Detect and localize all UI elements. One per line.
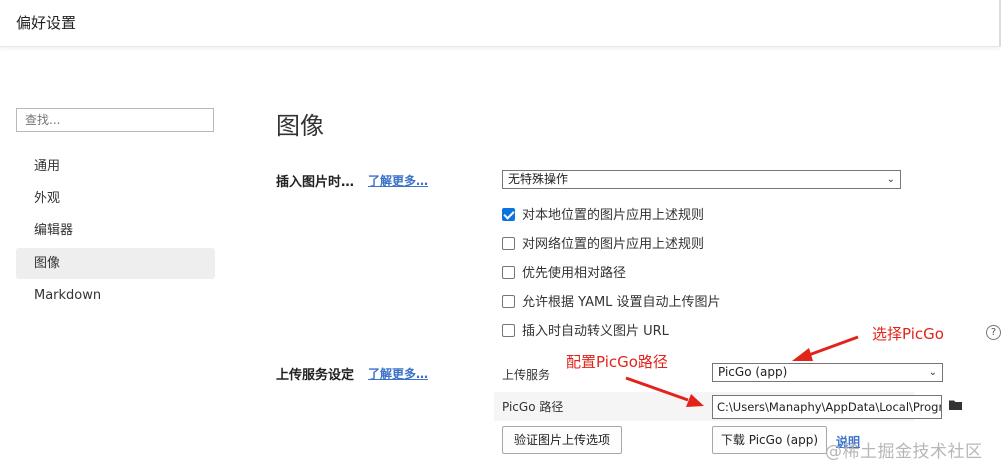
title-bar: 偏好设置 (0, 0, 1001, 47)
option-local-images[interactable]: 对本地位置的图片应用上述规则 (502, 208, 704, 226)
download-picgo-button[interactable]: 下载 PicGo (app) (712, 426, 827, 454)
sidebar-item-appearance[interactable]: 外观 (16, 183, 215, 214)
option-relative-path[interactable]: 优先使用相对路径 (502, 266, 626, 284)
arrow-to-service-select (792, 335, 859, 361)
help-icon[interactable]: ? (986, 325, 1001, 340)
sidebar-item-general[interactable]: 通用 (16, 151, 215, 182)
window-title: 偏好设置 (16, 14, 77, 32)
chevron-down-icon: ⌄ (886, 174, 895, 185)
annotation-select-picgo: 选择PicGo (872, 325, 944, 343)
checkbox-icon[interactable] (502, 237, 515, 250)
checkbox-icon[interactable] (502, 266, 515, 279)
annotation-config-path: 配置PicGo路径 (566, 353, 668, 371)
option-label: 优先使用相对路径 (522, 266, 627, 281)
insert-image-select[interactable]: 无特殊操作 ⌄ (502, 170, 901, 189)
option-yaml-upload[interactable]: 允许根据 YAML 设置自动上传图片 (502, 295, 721, 313)
search-input[interactable] (16, 108, 214, 132)
checkbox-icon[interactable] (502, 324, 515, 337)
insert-image-label: 插入图片时… (276, 175, 355, 190)
option-label: 对本地位置的图片应用上述规则 (522, 208, 705, 223)
watermark: @稀土掘金技术社区 (825, 442, 983, 462)
insert-image-select-value: 无特殊操作 (508, 172, 569, 186)
chevron-down-icon: ⌄ (928, 367, 937, 378)
option-label: 允许根据 YAML 设置自动上传图片 (522, 295, 721, 310)
upload-service-value: PicGo (app) (718, 365, 788, 379)
insert-image-learn-more-link[interactable]: 了解更多… (368, 172, 428, 189)
checkbox-icon[interactable] (502, 295, 515, 308)
upload-service-select[interactable]: PicGo (app) ⌄ (712, 363, 943, 382)
sidebar-item-markdown[interactable]: Markdown (16, 280, 215, 311)
checkbox-checked-icon[interactable] (502, 208, 515, 221)
verify-upload-button[interactable]: 验证图片上传选项 (502, 426, 622, 454)
page-title: 图像 (276, 112, 324, 140)
upload-service-field-label: 上传服务 (502, 368, 551, 382)
picgo-path-label: PicGo 路径 (502, 400, 564, 414)
option-label: 插入时自动转义图片 URL (522, 324, 669, 339)
upload-service-label: 上传服务设定 (276, 368, 355, 383)
upload-learn-more-link[interactable]: 了解更多… (368, 365, 428, 382)
option-network-images[interactable]: 对网络位置的图片应用上述规则 (502, 237, 704, 255)
picgo-path-input[interactable]: C:\Users\Manaphy\AppData\Local\Programs (712, 395, 942, 419)
option-label: 对网络位置的图片应用上述规则 (522, 237, 705, 252)
sidebar-item-editor[interactable]: 编辑器 (16, 215, 215, 246)
folder-icon[interactable] (949, 399, 963, 411)
option-escape-url[interactable]: 插入时自动转义图片 URL (502, 324, 669, 342)
sidebar-item-image[interactable]: 图像 (16, 248, 215, 279)
